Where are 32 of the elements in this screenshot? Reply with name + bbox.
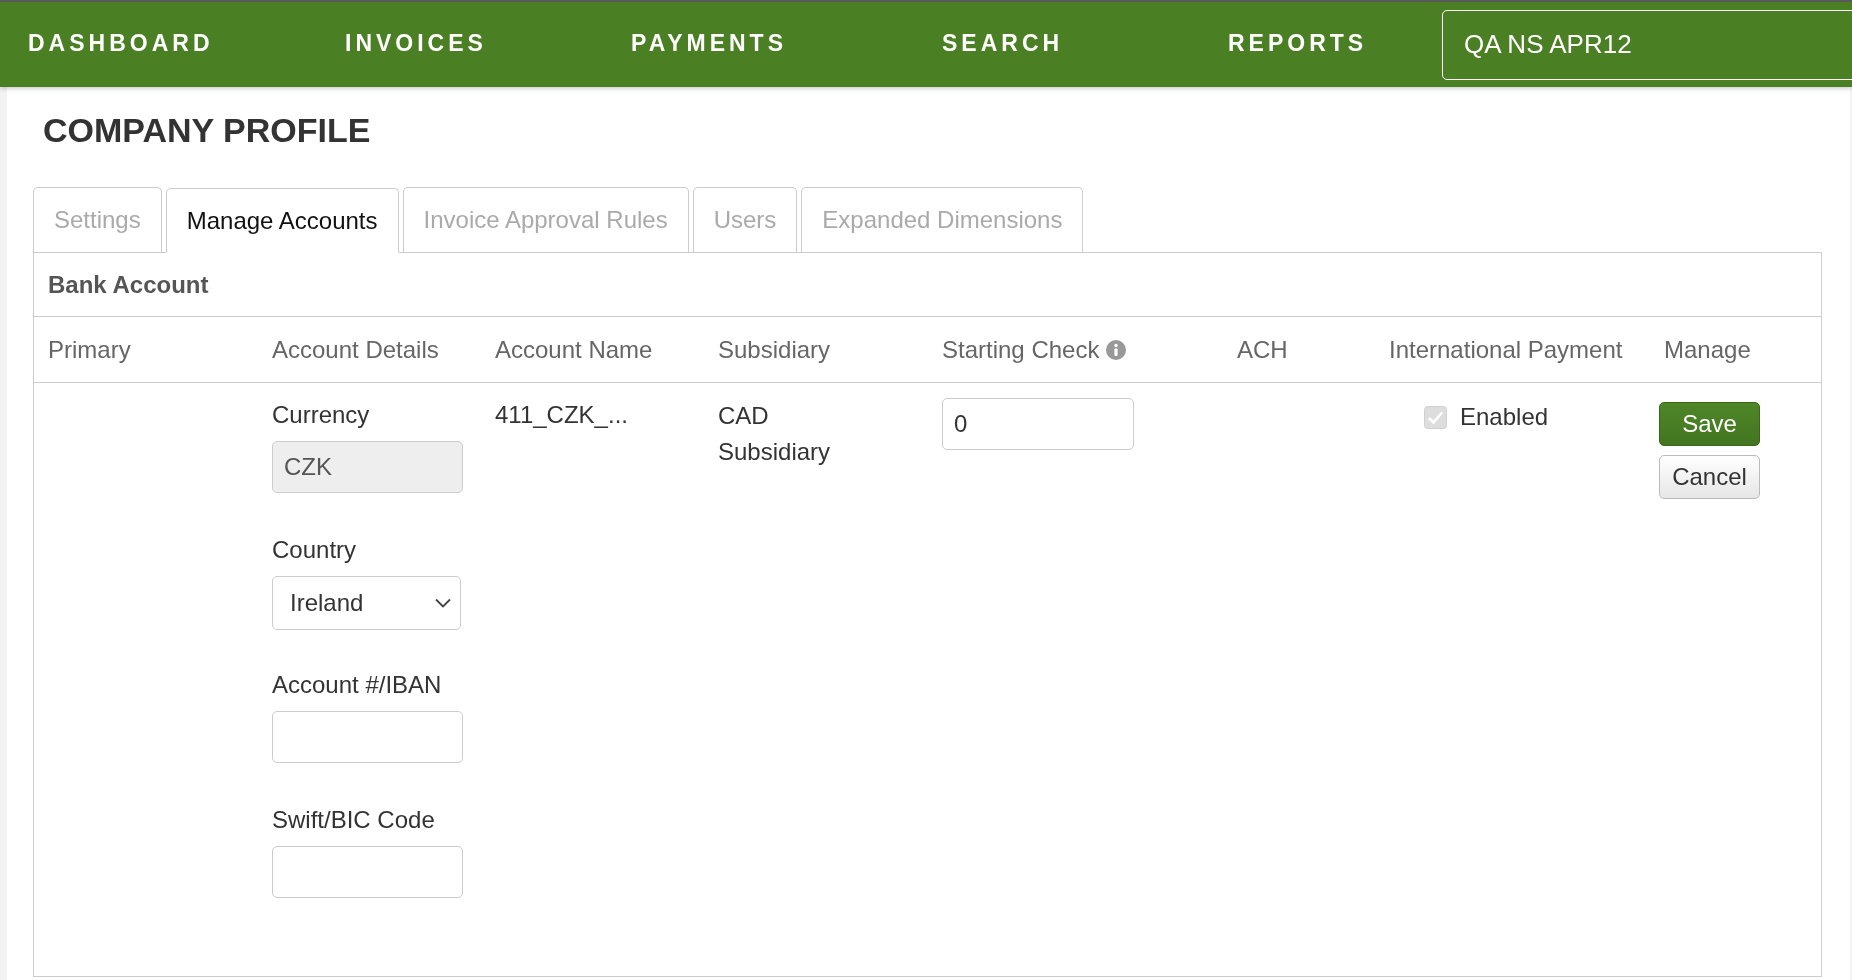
input-field[interactable]	[272, 846, 463, 898]
field-label: Currency	[272, 401, 370, 429]
subsidiary-name: CAD Subsidiary	[718, 401, 832, 467]
column-header: International Payment	[1389, 335, 1623, 364]
tab[interactable]: Manage Accounts	[165, 188, 399, 253]
input-field[interactable]	[272, 711, 463, 763]
nav-link[interactable]: REPORTS	[1228, 23, 1368, 66]
column-header: Subsidiary	[718, 335, 831, 364]
nav-link[interactable]: SEARCH	[942, 23, 1064, 66]
column-header: Starting Check	[942, 335, 1100, 364]
column-header: Account Details	[272, 335, 439, 364]
country-select[interactable]: Ireland	[272, 576, 461, 630]
currency-field[interactable]: CZK	[272, 441, 463, 493]
nav-link[interactable]: DASHBOARD	[28, 23, 214, 66]
column-header: Primary	[48, 335, 131, 364]
column-header: Account Name	[495, 335, 653, 364]
field-label: Account #/IBAN	[272, 671, 442, 699]
column-header: ACH	[1237, 335, 1288, 364]
save-button[interactable]: Save	[1659, 402, 1760, 446]
nav-link[interactable]: PAYMENTS	[631, 23, 787, 66]
field-label: Swift/BIC Code	[272, 806, 435, 834]
cancel-button[interactable]: Cancel	[1659, 455, 1760, 499]
section-title: Bank Account	[34, 253, 1821, 317]
column-header: Manage	[1664, 335, 1751, 364]
account-name: 411_CZK_...	[495, 401, 628, 429]
chevron-down-icon	[435, 598, 451, 608]
account-selector[interactable]: QA NS APR12	[1442, 9, 1852, 80]
nav-link[interactable]: INVOICES	[345, 23, 487, 66]
page-title: COMPANY PROFILE	[43, 110, 371, 151]
starting-check-field[interactable]: 0	[942, 398, 1134, 450]
field-label: Country	[272, 536, 357, 564]
checkbox-label: Enabled	[1460, 403, 1549, 431]
